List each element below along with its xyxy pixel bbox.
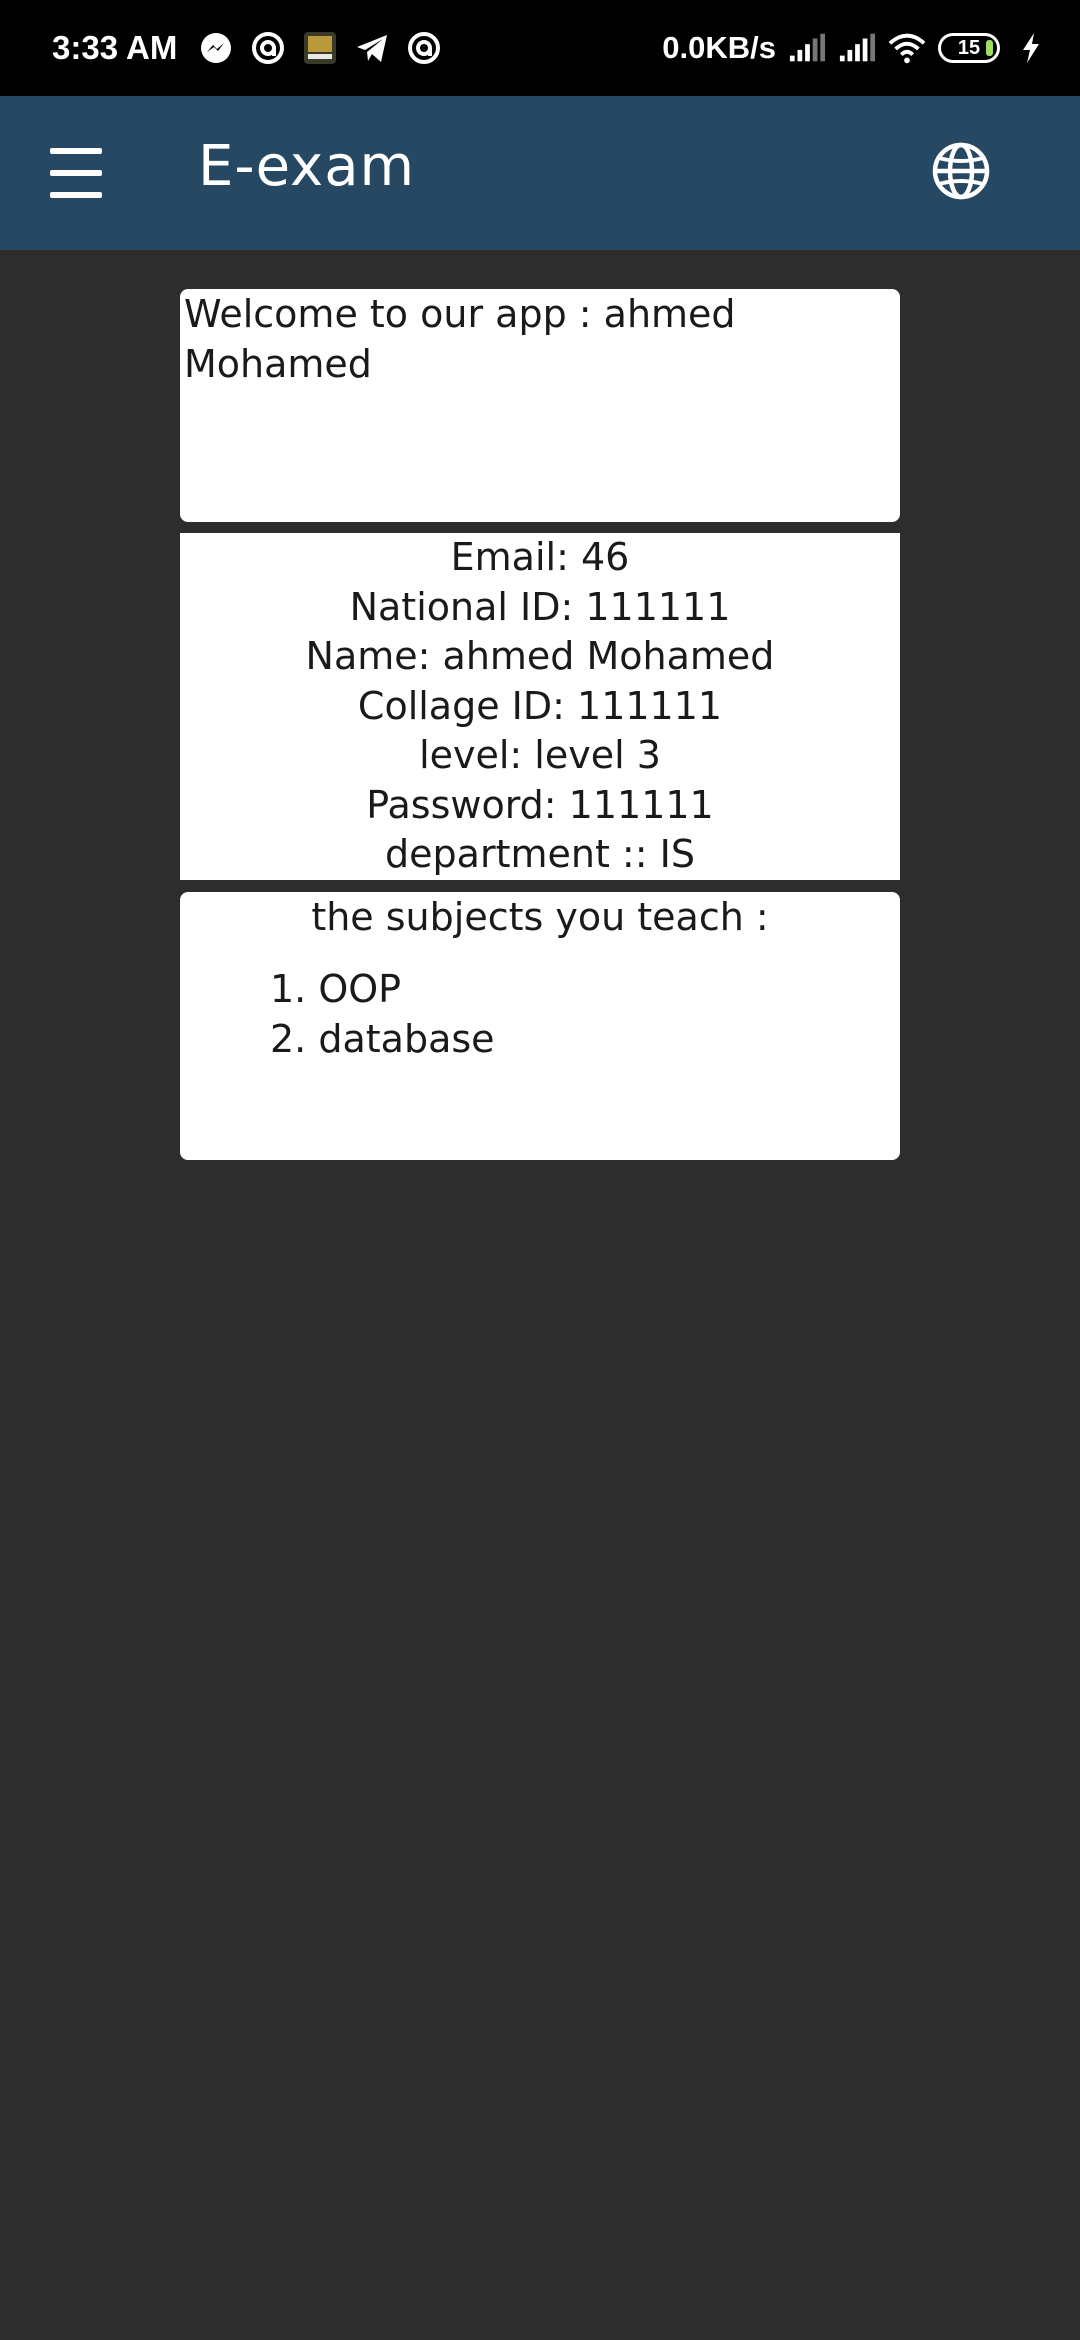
call-of-duty-icon [301, 29, 339, 67]
list-item-number: 1. [270, 967, 307, 1011]
profile-info-card: Email: 46 National ID: 111111 Name: ahme… [180, 533, 900, 880]
app-title: E-exam [198, 134, 416, 199]
battery-level-text: 15 [957, 36, 981, 59]
at-sign-icon [405, 29, 443, 67]
subjects-heading: the subjects you teach : [311, 895, 769, 939]
signal-strength-icon [838, 29, 876, 67]
app-bar: E-exam [0, 96, 1080, 250]
subject-name: database [318, 1017, 495, 1061]
wifi-icon [888, 29, 926, 67]
department-text: department :: IS [385, 832, 695, 876]
level-text: level: level 3 [419, 733, 661, 777]
status-bar: 3:33 AM 0.0KB/s 15 [0, 0, 1080, 96]
signal-strength-icon [788, 29, 826, 67]
network-speed: 0.0KB/s [662, 30, 776, 65]
list-item-number: 2. [270, 1017, 307, 1061]
hamburger-menu-icon[interactable] [46, 148, 106, 198]
status-time: 3:33 AM [52, 29, 178, 66]
national-id-text: National ID: 111111 [349, 584, 731, 629]
globe-icon[interactable] [930, 140, 992, 202]
charging-bolt-icon [1012, 29, 1050, 67]
subjects-card: the subjects you teach : 1. OOP 2. datab… [180, 892, 900, 1160]
at-sign-icon [249, 29, 287, 67]
list-item: 2. database [180, 1014, 900, 1064]
telegram-icon [353, 29, 391, 67]
status-bar-right: 0.0KB/s 15 [662, 0, 1050, 96]
status-bar-left: 3:33 AM [52, 0, 443, 96]
subject-name: OOP [318, 967, 402, 1011]
list-item: 1. OOP [180, 964, 900, 1014]
messenger-icon [197, 29, 235, 67]
battery-indicator: 15 [938, 33, 1000, 63]
welcome-card: Welcome to our app : ahmed Mohamed [180, 289, 900, 522]
email-text: Email: 46 [450, 535, 630, 579]
subjects-list: 1. OOP 2. database [180, 964, 900, 1064]
welcome-text: Welcome to our app : ahmed Mohamed [184, 292, 736, 386]
password-text: Password: 111111 [366, 782, 714, 827]
name-text: Name: ahmed Mohamed [305, 634, 775, 678]
collage-id-text: Collage ID: 111111 [357, 683, 723, 728]
battery-icon: 15 [938, 33, 1000, 63]
